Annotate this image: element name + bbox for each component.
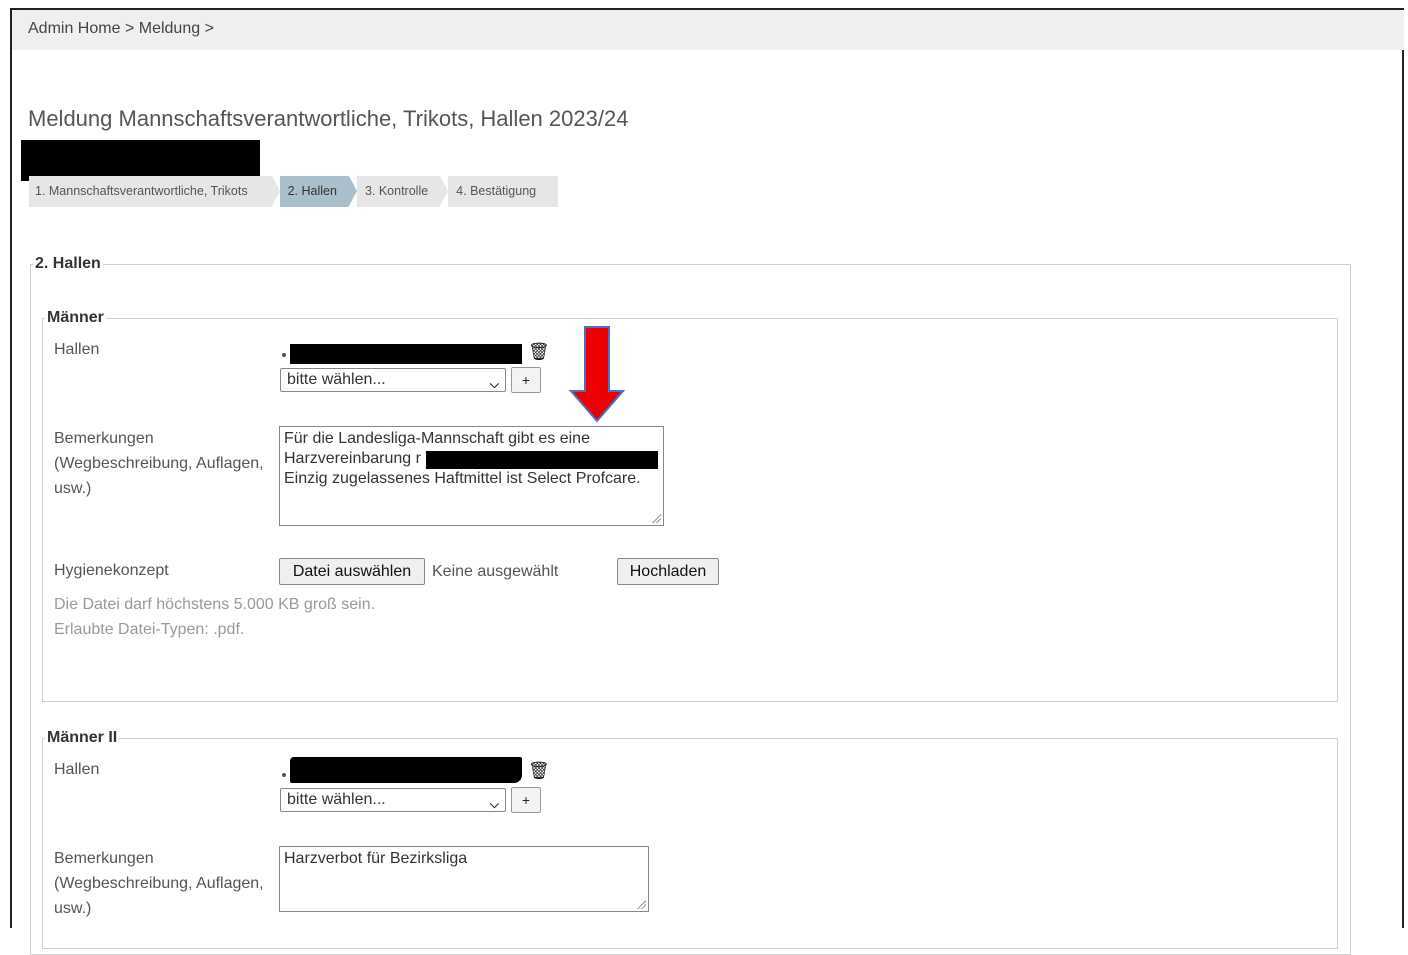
redacted-remarks-text bbox=[426, 451, 658, 469]
page-title: Meldung Mannschaftsverantwortliche, Trik… bbox=[28, 106, 629, 131]
team-legend: Männer II bbox=[47, 729, 118, 746]
red-arrow-down-icon bbox=[569, 326, 625, 423]
resize-grip-icon[interactable] bbox=[651, 513, 661, 523]
hygiene-label: Hygienekonzept bbox=[54, 562, 169, 579]
remarks-line: Einzig zugelassenes Haftmittel ist Selec… bbox=[284, 470, 641, 487]
upload-button[interactable]: Hochladen bbox=[617, 558, 719, 585]
wizard-steps: 1. Mannschaftsverantwortliche, Trikots 2… bbox=[29, 176, 559, 207]
hall-list-bullet bbox=[282, 773, 286, 777]
remarks-line: Harzverbot für Bezirksliga bbox=[284, 850, 468, 867]
redacted-hall-name bbox=[290, 344, 522, 364]
redacted-hall-name bbox=[290, 757, 522, 783]
team-legend: Männer bbox=[47, 309, 104, 326]
trash-icon[interactable]: 🗑 bbox=[528, 762, 550, 780]
file-size-hint: Die Datei darf höchstens 5.000 KB groß s… bbox=[54, 596, 376, 613]
team-fieldset-maenner: Männer bbox=[42, 309, 1338, 702]
chevron-down-icon: ⌵ bbox=[489, 377, 499, 391]
file-types-hint: Erlaubte Datei-Typen: .pdf. bbox=[54, 621, 245, 638]
wizard-step-1[interactable]: 1. Mannschaftsverantwortliche, Trikots bbox=[29, 176, 280, 207]
hallen-section-legend: 2. Hallen bbox=[35, 255, 101, 272]
add-hall-button[interactable]: + bbox=[511, 787, 541, 813]
remarks-textarea[interactable]: Für die Landesliga-Mannschaft gibt es ei… bbox=[279, 426, 664, 526]
remarks-textarea[interactable]: Harzverbot für Bezirksliga bbox=[279, 846, 649, 912]
redacted-team-name bbox=[21, 140, 260, 181]
chevron-down-icon: ⌵ bbox=[489, 797, 499, 811]
hall-select-value: bitte wählen... bbox=[287, 371, 386, 388]
trash-icon[interactable]: 🗑 bbox=[528, 343, 550, 361]
hall-list-bullet bbox=[282, 353, 286, 357]
remarks-line: Für die Landesliga-Mannschaft gibt es ei… bbox=[284, 430, 590, 447]
choose-file-button[interactable]: Datei auswählen bbox=[279, 558, 425, 585]
breadcrumb-separator: > bbox=[124, 20, 135, 37]
breadcrumb-admin-home[interactable]: Admin Home bbox=[28, 20, 120, 37]
hall-select[interactable]: bitte wählen... ⌵ bbox=[280, 368, 506, 392]
remarks-label: Bemerkungen (Wegbeschreibung, Auflagen, … bbox=[54, 430, 264, 497]
hall-select-value: bitte wählen... bbox=[287, 791, 386, 808]
wizard-step-3[interactable]: 3. Kontrolle bbox=[356, 176, 449, 207]
remarks-label: Bemerkungen (Wegbeschreibung, Auflagen, … bbox=[54, 850, 264, 917]
breadcrumb-meldung[interactable]: Meldung bbox=[139, 20, 200, 37]
file-status: Keine ausgewählt bbox=[432, 563, 559, 580]
breadcrumb: Admin Home > Meldung > bbox=[28, 20, 214, 38]
hallen-label: Hallen bbox=[54, 341, 100, 358]
add-hall-button[interactable]: + bbox=[511, 367, 541, 393]
hall-select[interactable]: bitte wählen... ⌵ bbox=[280, 788, 506, 812]
wizard-step-4[interactable]: 4. Bestätigung bbox=[448, 176, 559, 207]
breadcrumb-bar bbox=[12, 10, 1404, 50]
wizard-step-2[interactable]: 2. Hallen bbox=[279, 176, 358, 207]
hallen-label: Hallen bbox=[54, 761, 100, 778]
resize-grip-icon[interactable] bbox=[636, 899, 646, 909]
breadcrumb-separator: > bbox=[204, 20, 214, 37]
